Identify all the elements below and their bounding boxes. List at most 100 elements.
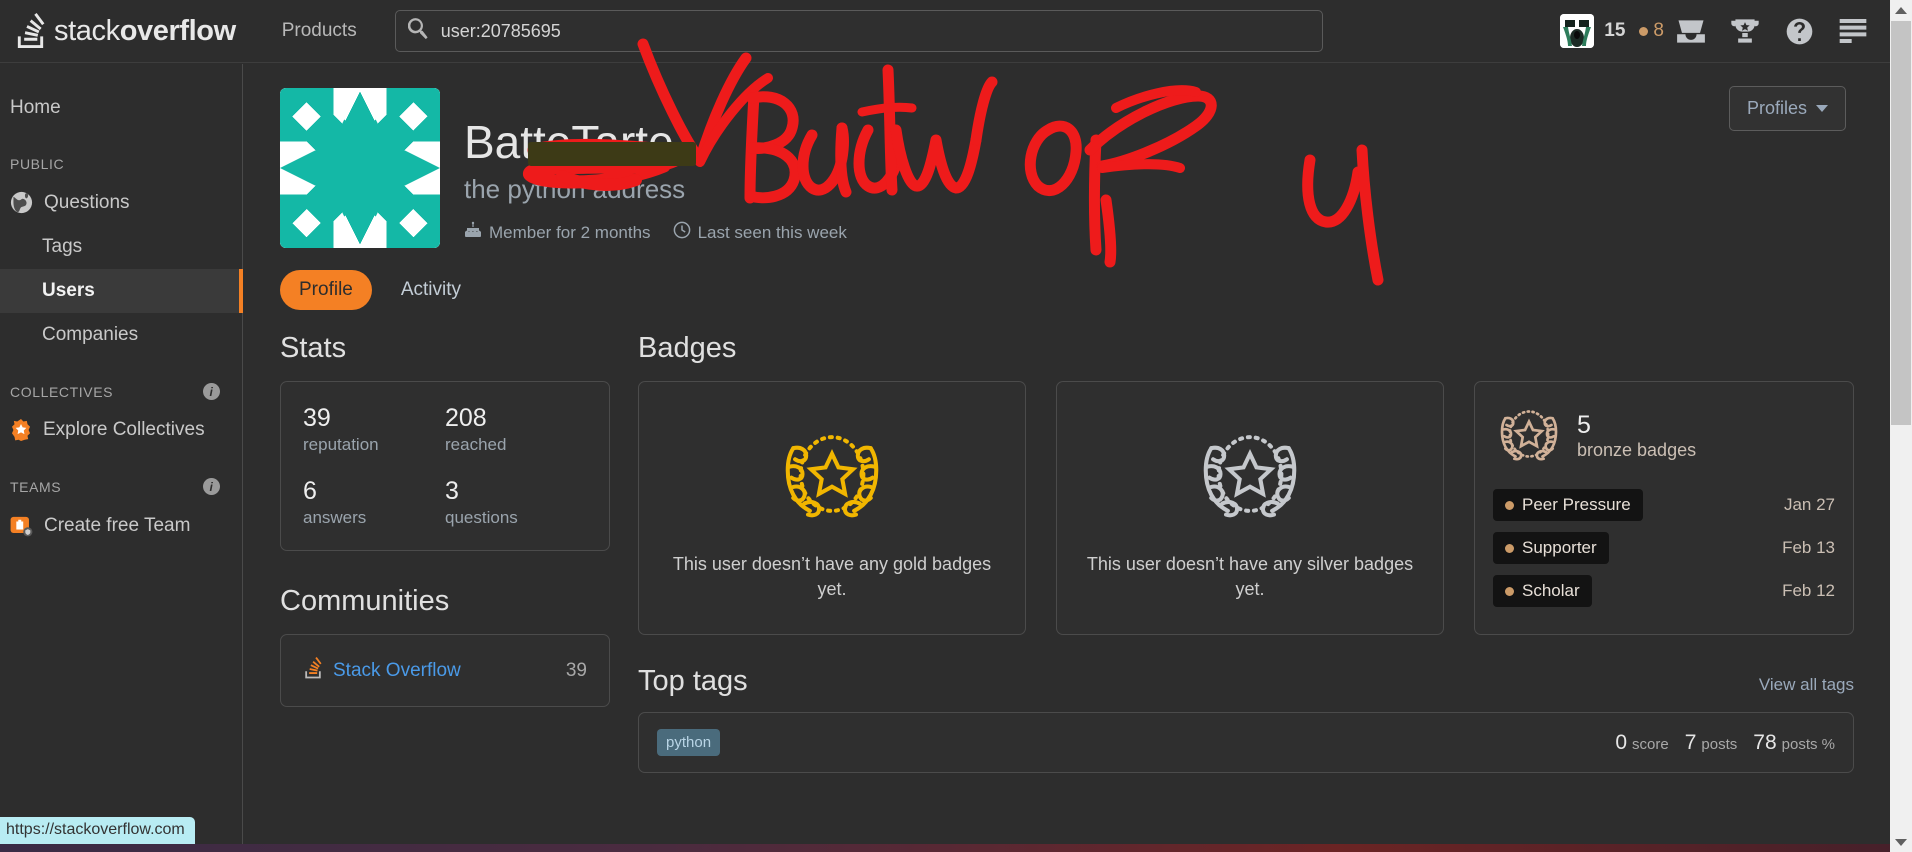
sidebar-item-label: Explore Collectives (43, 419, 205, 440)
screen: stackoverflow Products user:20785695 15 (0, 0, 1912, 852)
logo-text-stack: stack (54, 14, 120, 47)
nav-right-group: 15 8 (1560, 7, 1890, 55)
profile-identity: BatteTarte the python address Member for… (464, 88, 847, 248)
bronze-badge-total: 5 (1577, 411, 1591, 440)
search-input[interactable]: user:20785695 (394, 10, 1323, 52)
gold-badges-empty-text: This user doesn’t have any gold badges y… (672, 554, 992, 599)
scrollbar-thumb[interactable] (1891, 21, 1911, 425)
tag-python[interactable]: python (657, 729, 721, 756)
globe-icon (10, 191, 33, 214)
list-item: Scholar Feb 12 (1493, 575, 1835, 607)
sidebar-heading-collectives: COLLECTIVES i (0, 357, 242, 408)
stat-label: questions (445, 508, 518, 527)
stat-answers: 6 answers (303, 477, 445, 528)
right-column: Badges This user doesn’t have any gold b… (638, 332, 1854, 773)
badge-scholar[interactable]: Scholar (1493, 575, 1592, 607)
top-tags-panel: python 0 score 7 posts 78 posts % (638, 712, 1854, 773)
user-tagline: the python address (464, 174, 686, 205)
communities-title: Communities (280, 585, 450, 617)
badges-row: This user doesn’t have any gold badges y… (638, 381, 1854, 635)
badges-title: Badges (638, 332, 737, 364)
community-reputation: 39 (565, 659, 587, 681)
tab-profile[interactable]: Profile (280, 270, 372, 310)
list-item[interactable]: Stack Overflow 39 (281, 635, 609, 706)
stat-reached: 208 reached (445, 404, 587, 455)
team-briefcase-icon (10, 514, 33, 537)
tag-posts-pct-label: posts % (1781, 735, 1835, 753)
tag-score-value: 0 (1615, 730, 1628, 754)
profile-tabs: Profile Activity (280, 270, 1890, 310)
sidebar-item-label: Create free Team (44, 514, 191, 536)
bronze-badge-indicator[interactable]: 8 (1639, 20, 1664, 42)
communities-panel: Stack Overflow 39 (280, 634, 610, 707)
trophy-icon[interactable] (1718, 7, 1772, 55)
stats-grid: 39 reputation 208 reached 6 answers 3 qu… (281, 382, 609, 550)
sidebar-item-tags[interactable]: Tags (0, 225, 242, 269)
sidebar-item-companies[interactable]: Companies (0, 313, 242, 357)
stats-panel: 39 reputation 208 reached 6 answers 3 qu… (280, 381, 610, 551)
clock-icon (673, 221, 691, 244)
search-input-value: user:20785695 (440, 20, 561, 41)
list-item: Supporter Feb 13 (1493, 532, 1835, 564)
help-icon[interactable] (1772, 7, 1826, 55)
tag-posts-value: 7 (1684, 730, 1697, 754)
badge-supporter[interactable]: Supporter (1493, 532, 1609, 564)
hamburger-menu-icon[interactable] (1826, 7, 1880, 55)
stat-value: 208 (445, 404, 487, 432)
sidebar-item-questions[interactable]: Questions (0, 180, 242, 225)
bronze-badge-total-label: bronze badges (1577, 439, 1697, 460)
logo-wordmark: stackoverflow (54, 15, 236, 48)
tag-posts-label: posts (1701, 735, 1738, 753)
profile-meta: Member for 2 months Last seen this week (464, 221, 847, 244)
identicon-avatar[interactable] (280, 88, 440, 248)
community-name[interactable]: Stack Overflow (333, 660, 461, 682)
page-scrollbar[interactable] (1890, 0, 1912, 852)
stat-value: 6 (303, 477, 317, 505)
bronze-badges-card: 5 bronze badges Peer Pressure Jan 27 Sup… (1474, 381, 1854, 635)
member-for: Member for 2 months (464, 221, 651, 244)
sidebar-item-users[interactable]: Users (0, 269, 243, 313)
last-seen: Last seen this week (673, 221, 847, 244)
scrollbar-up-arrow-icon[interactable] (1890, 0, 1912, 20)
info-icon[interactable]: i (203, 478, 220, 495)
stat-value: 3 (445, 477, 459, 505)
sidebar-item-explore-collectives[interactable]: Explore Collectives (0, 408, 242, 452)
top-tags-header: Top tags View all tags (638, 665, 1854, 698)
tab-activity[interactable]: Activity (382, 270, 480, 310)
sidebar-item-label: Questions (44, 191, 130, 213)
cake-icon (464, 221, 482, 244)
bronze-laurel-badge-icon (1493, 398, 1565, 475)
logo-text-overflow: overflow (119, 14, 236, 47)
bronze-badge-dot-icon (1505, 543, 1514, 553)
scrollbar-down-arrow-icon[interactable] (1890, 832, 1912, 852)
badge-peer-pressure[interactable]: Peer Pressure (1493, 489, 1643, 521)
list-item: Peer Pressure Jan 27 (1493, 489, 1835, 521)
sidebar-item-create-free-team[interactable]: Create free Team (0, 503, 242, 548)
stat-label: reputation (303, 435, 379, 454)
nav-products-link[interactable]: Products (272, 12, 367, 50)
bronze-badge-list: Peer Pressure Jan 27 Supporter Feb 13 Sc… (1493, 489, 1835, 607)
member-for-label: Member for 2 months (489, 222, 651, 242)
user-avatar[interactable] (1560, 14, 1595, 48)
stat-reputation: 39 reputation (303, 404, 445, 455)
stack-overflow-icon (303, 657, 323, 684)
tag-posts-pct-value: 78 (1753, 730, 1777, 754)
sidebar-item-label: Users (42, 280, 95, 301)
view-all-tags-link[interactable]: View all tags (1759, 675, 1854, 695)
stack-overflow-logo[interactable]: stackoverflow (14, 13, 236, 49)
silver-laurel-badge-icon (1191, 415, 1309, 538)
tag-score: 0 score (1615, 731, 1668, 755)
profiles-dropdown-button[interactable]: Profiles (1728, 86, 1846, 131)
stat-label: answers (303, 508, 367, 527)
left-column: Stats 39 reputation 208 reached 6 answer… (280, 332, 610, 773)
bronze-badge-dot-icon (1639, 26, 1649, 36)
chevron-down-icon (1816, 105, 1828, 112)
sidebar-heading-label: TEAMS (10, 478, 62, 495)
inbox-icon[interactable] (1664, 7, 1718, 55)
badge-name: Peer Pressure (1522, 495, 1631, 514)
search-icon (407, 18, 429, 44)
sidebar-item-label: Tags (42, 236, 83, 257)
info-icon[interactable]: i (203, 383, 220, 400)
badge-name: Supporter (1522, 538, 1597, 557)
sidebar-item-home[interactable]: Home (0, 86, 242, 130)
